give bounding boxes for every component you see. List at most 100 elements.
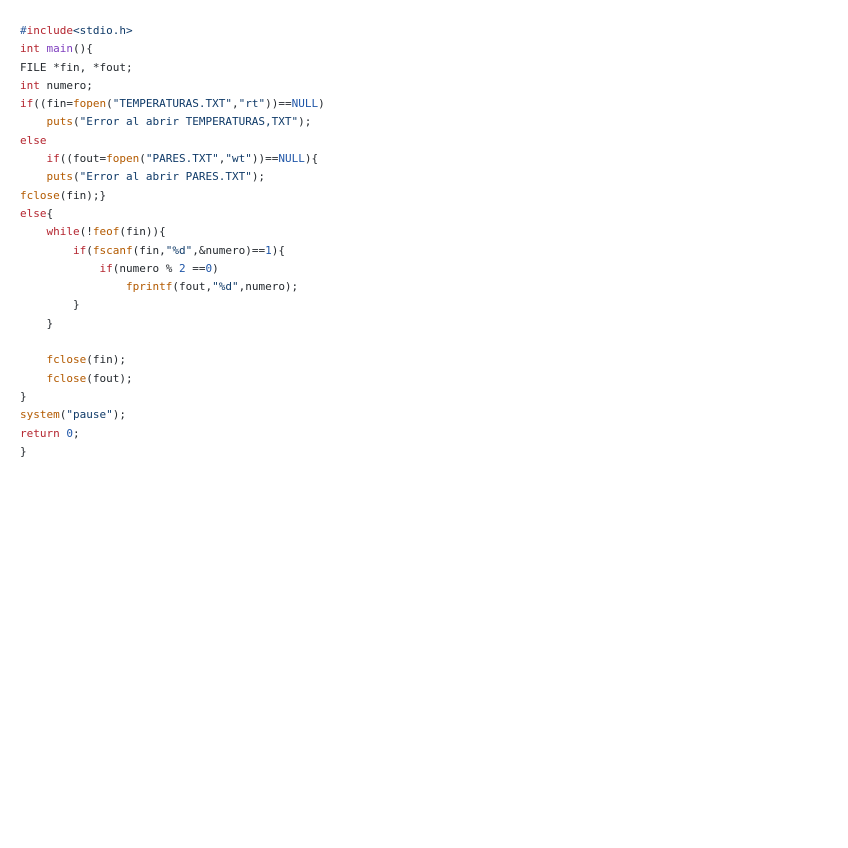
code-token-plain: ))== [265,97,292,111]
code-token-plain: (numero % [112,261,179,275]
code-token-str: "PARES.TXT" [145,152,219,166]
code-token-plain: FILE *fin, *fout; [20,60,133,74]
code-token-plain: (! [79,225,93,239]
code-token-plain: (fout, [172,280,213,294]
code-token-plain: ((fin= [33,97,73,111]
code-line: } [20,315,828,333]
code-token-kw: if [46,152,60,166]
code-token-kw: return [20,426,60,440]
code-token-const: NULL [291,97,319,111]
code-token-str: "wt" [225,152,252,166]
code-token-num: 2 [178,261,186,275]
code-token-fn: feof [92,225,120,239]
code-token-kw: else [20,133,47,147]
code-token-fn: fclose [20,188,60,202]
code-token-plain: } [20,298,80,312]
code-token-fn: fprintf [125,280,173,294]
code-token-const: NULL [278,152,305,166]
code-token-plain: (fout); [86,371,133,385]
code-token-plain: (fin, [132,243,166,257]
code-token-plain: ((fout= [59,152,107,166]
code-line: if(numero % 2 ==0) [20,260,828,278]
code-token-plain: { [46,206,54,220]
code-token-type: int [20,42,40,56]
code-token-pp: # [20,24,27,37]
code-token-str: "Error al abrir PARES.TXT" [79,170,252,184]
code-token-fn: fclose [46,353,87,367]
code-token-str: "%d" [212,280,239,294]
code-token-fn: fopen [106,152,140,166]
code-token-kw: while [46,225,80,239]
code-token-num: 0 [66,426,73,440]
code-token-plain: numero; [39,78,93,92]
code-token-fn: puts [46,115,74,129]
code-token-plain: ) [318,97,325,111]
code-token-plain: ,&numero)== [192,243,266,257]
code-token-plain: ); [251,170,266,184]
code-line: while(!feof(fin)){ [20,223,828,241]
code-token-plain: ( [73,115,80,129]
code-line: int numero; [20,77,828,95]
code-line: if((fout=fopen("PARES.TXT","wt"))==NULL)… [20,150,828,168]
code-token-plain: ){ [304,152,319,166]
code-line: #include<stdio.h> [20,22,828,40]
code-token-fn: puts [46,170,74,184]
code-token-fn: fopen [73,97,107,111]
code-token-plain: (fin);} [59,188,107,202]
code-token-plain: ); [112,408,126,422]
code-line: } [20,443,828,461]
code-token-plain: ( [73,170,80,184]
code-line: if((fin=fopen("TEMPERATURAS.TXT","rt"))=… [20,95,828,113]
code-token-plain: ) [212,261,219,275]
code-token-str: "TEMPERATURAS.TXT" [112,97,232,111]
code-line: else [20,132,828,150]
code-line: FILE *fin, *fout; [20,59,828,77]
code-token-ppkw: include [26,24,73,37]
code-line: else{ [20,205,828,223]
code-line: fprintf(fout,"%d",numero); [20,278,828,296]
code-line: fclose(fin);} [20,187,828,205]
code-token-str: "%d" [165,243,193,257]
code-token-str: "pause" [66,408,113,422]
code-token-plain: ); [298,115,312,129]
code-token-kw: if [99,261,113,275]
code-token-fn: fclose [46,371,87,385]
code-token-plain: } [20,444,27,458]
code-token-kw: if [20,97,34,111]
code-token-str: "Error al abrir TEMPERATURAS,TXT" [79,115,299,129]
code-line: return 0; [20,425,828,443]
code-line: puts("Error al abrir TEMPERATURAS,TXT"); [20,113,828,131]
code-token-fn: fscanf [92,243,133,257]
code-line: } [20,296,828,314]
code-token-plain: } [20,316,54,330]
code-token-plain: ){ [271,243,285,257]
code-token-kw: if [72,243,87,257]
code-token-plain: (fin); [86,353,126,367]
code-token-plain: } [20,389,27,403]
code-token-plain: (){ [73,42,93,56]
code-token-inc: <stdio.h> [72,24,133,37]
code-token-plain: , [231,97,239,111]
code-line: } [20,388,828,406]
code-token-str: "rt" [238,97,266,111]
code-token-plain: ( [86,243,93,257]
code-token-plain: ; [73,426,80,440]
code-token-plain: ))== [251,152,279,166]
code-line: fclose(fout); [20,370,828,388]
code-line: puts("Error al abrir PARES.TXT"); [20,168,828,186]
code-view: #include<stdio.h> int main(){FILE *fin, *… [20,22,828,461]
code-token-fn: system [20,408,60,422]
code-token-plain: ( [139,152,146,166]
code-token-kw: else [20,206,47,220]
code-token-type: int [20,78,40,92]
